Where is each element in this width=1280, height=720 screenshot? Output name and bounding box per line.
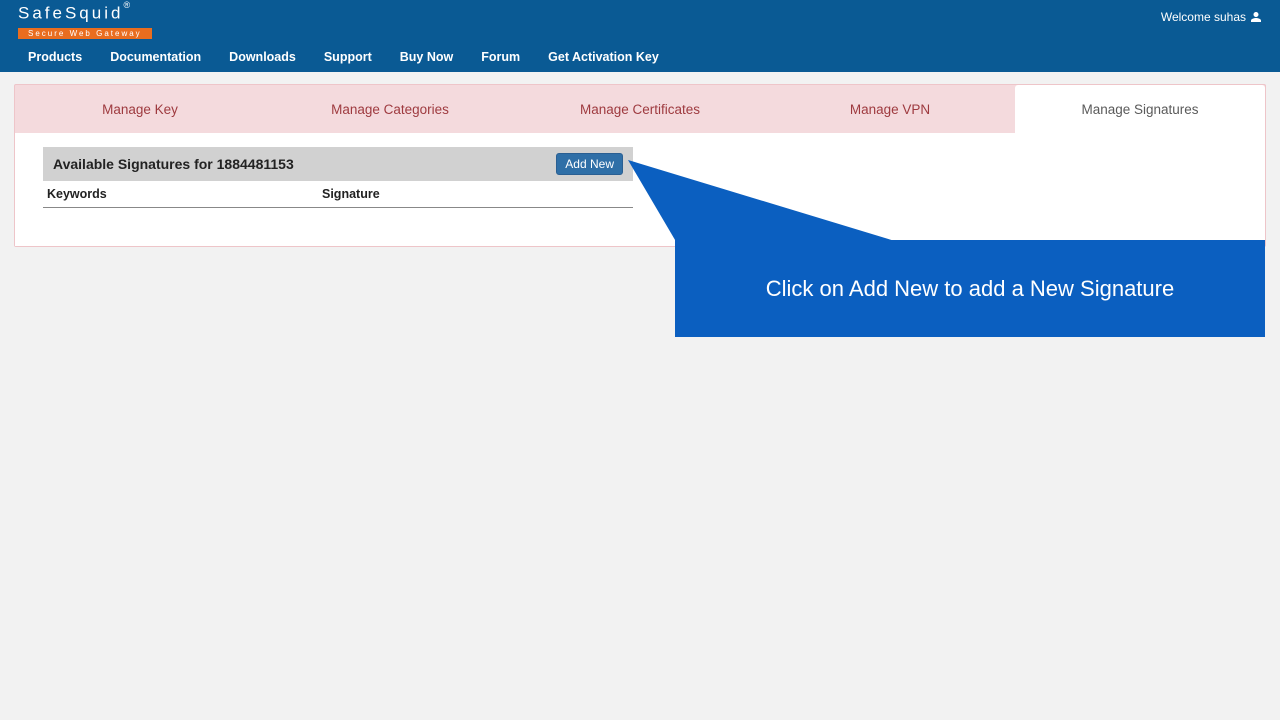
col-keywords: Keywords [43, 181, 318, 208]
user-icon [1250, 11, 1262, 23]
main-nav: Products Documentation Downloads Support… [0, 42, 1280, 72]
callout-pointer-icon [598, 155, 908, 245]
brand-block: SafeSquid® Secure Web Gateway [18, 0, 152, 41]
tab-manage-vpn[interactable]: Manage VPN [765, 85, 1015, 133]
brand-logo: SafeSquid® [18, 0, 152, 23]
welcome-user[interactable]: Welcome suhas [1161, 10, 1262, 24]
nav-products[interactable]: Products [28, 50, 82, 64]
signatures-table: Keywords Signature [43, 181, 633, 208]
tab-manage-key[interactable]: Manage Key [15, 85, 265, 133]
callout-text: Click on Add New to add a New Signature [766, 276, 1174, 302]
brand-registered: ® [123, 0, 130, 10]
nav-activation-key[interactable]: Get Activation Key [548, 50, 659, 64]
tab-manage-certificates[interactable]: Manage Certificates [515, 85, 765, 133]
nav-documentation[interactable]: Documentation [110, 50, 201, 64]
nav-support[interactable]: Support [324, 50, 372, 64]
brand-name: SafeSquid [18, 4, 123, 23]
welcome-text: Welcome suhas [1161, 10, 1246, 24]
panel-header: Available Signatures for 1884481153 Add … [43, 147, 633, 181]
tab-strip: Manage Key Manage Categories Manage Cert… [15, 85, 1265, 133]
nav-downloads[interactable]: Downloads [229, 50, 296, 64]
top-bar: SafeSquid® Secure Web Gateway Welcome su… [0, 0, 1280, 42]
nav-buy-now[interactable]: Buy Now [400, 50, 453, 64]
brand-tagline: Secure Web Gateway [18, 28, 152, 39]
tab-manage-signatures[interactable]: Manage Signatures [1015, 85, 1265, 133]
callout-box: Click on Add New to add a New Signature [675, 240, 1265, 337]
col-signature: Signature [318, 181, 633, 208]
panel-title: Available Signatures for 1884481153 [53, 156, 294, 172]
table-header-row: Keywords Signature [43, 181, 633, 208]
nav-forum[interactable]: Forum [481, 50, 520, 64]
tab-manage-categories[interactable]: Manage Categories [265, 85, 515, 133]
